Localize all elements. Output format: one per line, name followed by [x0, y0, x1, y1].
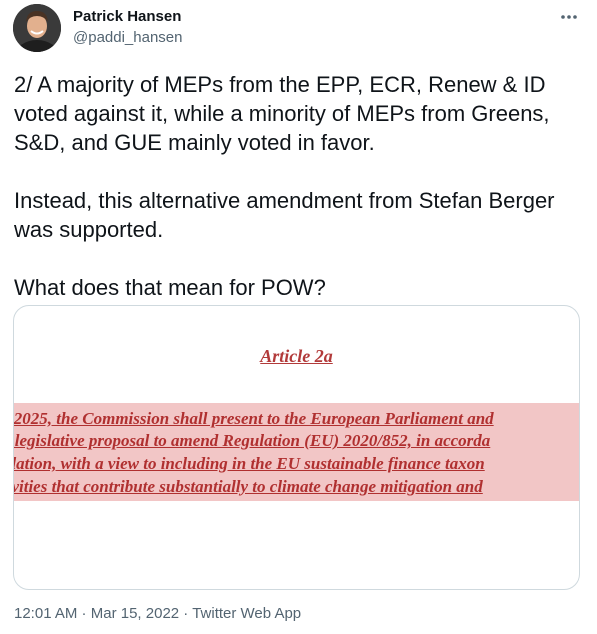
attached-image[interactable]: Article 2a y 2025, the Commission shall …: [13, 305, 580, 590]
document-line: a legislative proposal to amend Regulati…: [13, 431, 491, 450]
author-avatar[interactable]: [13, 4, 61, 52]
meta-separator: ·: [77, 605, 91, 622]
tweet-metadata: 12:01 AM · Mar 15, 2022 · Twitter Web Ap…: [14, 605, 301, 622]
tweet-source[interactable]: Twitter Web App: [192, 605, 301, 622]
avatar-image: [13, 4, 61, 52]
author-handle[interactable]: @paddi_hansen: [73, 29, 182, 46]
tweet-paragraph-1: 2/ A majority of MEPs from the EPP, ECR,…: [14, 72, 550, 155]
document-article-title: Article 2a: [260, 346, 333, 366]
tweet-time[interactable]: 12:01 AM: [14, 605, 77, 622]
tweet-paragraph-3: What does that mean for POW?: [14, 275, 326, 300]
tweet-date[interactable]: Mar 15, 2022: [91, 605, 179, 622]
document-line: ulation, with a view to including in the…: [13, 454, 485, 473]
document-line: tivities that contribute substantially t…: [13, 477, 483, 496]
more-options-button[interactable]: [556, 6, 582, 28]
more-horizontal-icon: [561, 15, 577, 19]
tweet-text: 2/ A majority of MEPs from the EPP, ECR,…: [14, 70, 589, 302]
tweet-card: Patrick Hansen @paddi_hansen 2/ A majori…: [0, 0, 597, 634]
tweet-paragraph-2: Instead, this alternative amendment from…: [14, 188, 555, 242]
meta-separator: ·: [179, 605, 193, 622]
author-name[interactable]: Patrick Hansen: [73, 8, 181, 25]
document-line: y 2025, the Commission shall present to …: [13, 409, 494, 428]
